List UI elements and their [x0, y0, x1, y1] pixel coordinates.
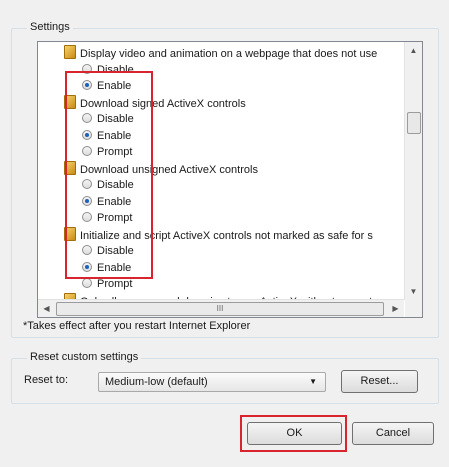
highlight-box-options	[65, 71, 153, 279]
horizontal-scroll-thumb[interactable]: III	[56, 302, 384, 316]
highlight-box-ok	[240, 415, 347, 452]
scrollbar-corner	[405, 300, 422, 317]
reset-level-value: Medium-low (default)	[105, 376, 208, 388]
scroll-up-icon[interactable]: ▲	[405, 42, 422, 59]
category-label: Display video and animation on a webpage…	[80, 48, 378, 60]
scroll-down-icon[interactable]: ▼	[405, 283, 422, 300]
reset-to-label: Reset to:	[24, 374, 69, 386]
scroll-right-icon[interactable]: ▶	[387, 300, 404, 317]
reset-group-title: Reset custom settings	[27, 351, 142, 363]
horizontal-scrollbar[interactable]: ◀ III ▶	[38, 299, 404, 317]
scroll-left-icon[interactable]: ◀	[38, 300, 55, 317]
setting-category: Display video and animation on a webpage…	[64, 45, 377, 61]
vertical-scroll-thumb[interactable]	[407, 112, 421, 134]
restart-note: *Takes effect after you restart Internet…	[23, 320, 251, 332]
reset-button[interactable]: Reset...	[341, 370, 418, 393]
reset-level-dropdown[interactable]: Medium-low (default) ▼	[98, 372, 326, 392]
chevron-down-icon[interactable]: ▼	[309, 373, 317, 391]
radio-unselected-icon[interactable]	[82, 278, 92, 288]
vertical-scrollbar[interactable]: ▲ ▼	[404, 42, 422, 300]
settings-category-icon	[64, 45, 76, 59]
option-label: Prompt	[97, 278, 133, 290]
cancel-button[interactable]: Cancel	[352, 422, 434, 445]
settings-group-label: Settings	[27, 21, 73, 33]
